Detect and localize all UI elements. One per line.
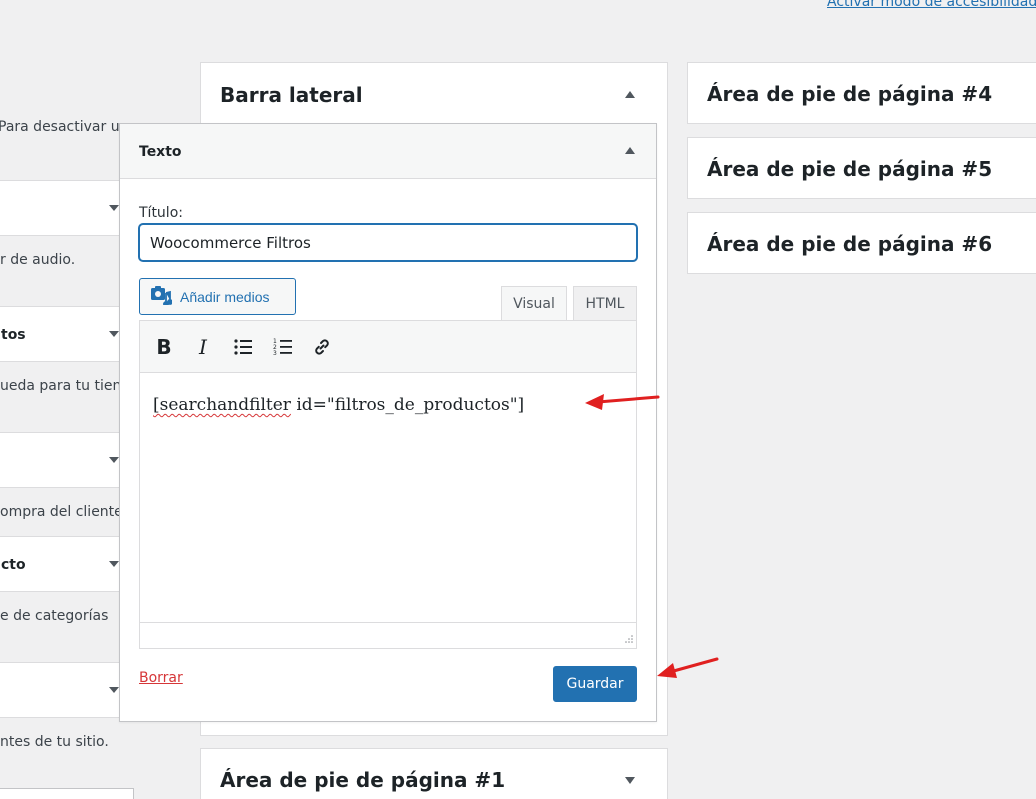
title-label: Título: — [139, 205, 183, 221]
italic-icon[interactable]: I — [189, 333, 217, 361]
available-widget[interactable] — [0, 662, 134, 718]
footer-area-5[interactable]: Área de pie de página #5 — [687, 137, 1036, 199]
editor-shortcode-attrs: id="filtros_de_productos"] — [290, 395, 525, 415]
resize-grip-icon[interactable] — [623, 635, 633, 645]
footer-area-1[interactable]: Área de pie de página #1 — [200, 748, 668, 799]
available-widget-desc: ompra del cliente. — [0, 504, 128, 520]
footer-area-6[interactable]: Área de pie de página #6 — [687, 212, 1036, 274]
available-widget-desc: ntes de tu sitio. — [0, 734, 109, 750]
svg-text:3: 3 — [273, 350, 277, 357]
editor-toolbar: B I 1 2 3 — [140, 321, 636, 373]
numbered-list-icon[interactable]: 1 2 3 — [269, 333, 297, 361]
editor-shortcode-name: [searchandfilter — [153, 395, 291, 415]
bold-icon[interactable]: B — [150, 333, 178, 361]
available-widget-desc: r de audio. — [0, 252, 76, 268]
available-widget[interactable]: cto — [0, 536, 134, 592]
expand-arrow-icon[interactable] — [109, 331, 119, 337]
bullet-list-icon[interactable] — [229, 333, 257, 361]
add-media-label: Añadir medios — [180, 288, 270, 305]
footer-area-title: Área de pie de página #6 — [707, 232, 993, 256]
expand-arrow-icon[interactable] — [625, 777, 635, 784]
footer-area-4[interactable]: Área de pie de página #4 — [687, 62, 1036, 124]
collapse-arrow-icon[interactable] — [625, 91, 635, 98]
available-widget-desc: ueda para tu tien- — [0, 378, 127, 394]
footer-area-title: Área de pie de página #1 — [220, 768, 506, 792]
text-widget-header[interactable]: Texto — [120, 124, 656, 179]
accessibility-mode-link[interactable]: Activar modo de accesibilidad — [827, 0, 1036, 10]
available-widget[interactable] — [0, 180, 134, 236]
tab-visual[interactable]: Visual — [501, 286, 567, 321]
collapse-arrow-icon[interactable] — [625, 147, 635, 154]
expand-arrow-icon[interactable] — [109, 205, 119, 211]
available-widget-title: tos — [1, 327, 26, 343]
available-widget-title: cto — [1, 557, 26, 573]
text-widget-title: Texto — [139, 144, 182, 160]
save-button[interactable]: Guardar — [553, 666, 637, 702]
available-widget-desc: e de categorías — [0, 608, 109, 624]
sidebar-area-title[interactable]: Barra lateral — [220, 83, 363, 107]
text-widget: Texto Título: Añadir medios Visual HTML … — [119, 123, 657, 722]
footer-area-title: Área de pie de página #4 — [707, 82, 993, 106]
rich-text-editor[interactable]: B I 1 2 3 [searchandfilter id="filtros_d… — [139, 320, 637, 649]
expand-arrow-icon[interactable] — [109, 687, 119, 693]
link-icon[interactable] — [308, 333, 336, 361]
title-input[interactable] — [139, 224, 637, 261]
expand-arrow-icon[interactable] — [109, 561, 119, 567]
available-widget[interactable] — [0, 432, 134, 488]
add-media-button[interactable]: Añadir medios — [139, 278, 296, 315]
tab-html[interactable]: HTML — [573, 286, 637, 321]
available-widget[interactable] — [0, 788, 134, 799]
widgets-intro-text: Para desactivar un — [0, 119, 129, 135]
editor-status-bar — [140, 622, 636, 648]
editor-content[interactable]: [searchandfilter id="filtros_de_producto… — [153, 395, 524, 415]
footer-area-title: Área de pie de página #5 — [707, 157, 993, 181]
media-icon — [150, 285, 173, 308]
available-widget[interactable]: tos — [0, 306, 134, 362]
expand-arrow-icon[interactable] — [109, 457, 119, 463]
delete-link[interactable]: Borrar — [139, 670, 183, 686]
